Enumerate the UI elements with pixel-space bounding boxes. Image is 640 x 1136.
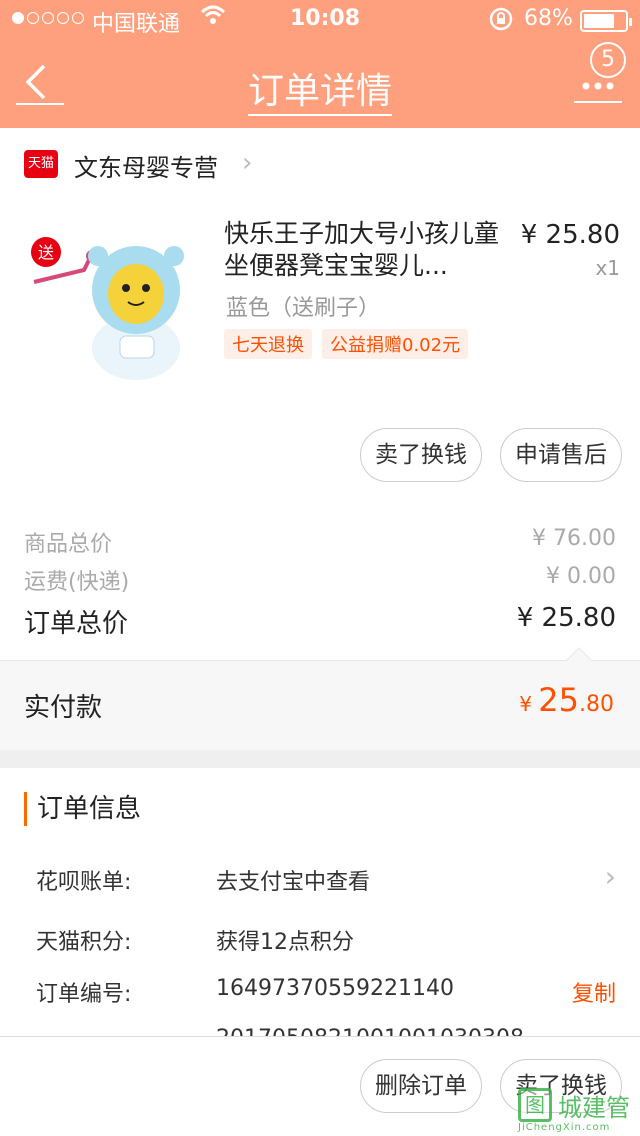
gift-badge: 送 (38, 243, 54, 262)
product-sku: 蓝色（送刷子） (226, 296, 381, 321)
goods-total-value: ¥ 76.00 (532, 526, 616, 551)
amount-paid-label: 实付款 (24, 693, 103, 723)
status-bar: 中国联通 10:08 68% (0, 0, 640, 40)
tmall-logo-icon: 天猫 (24, 150, 58, 178)
page-title: 订单详情 (0, 62, 640, 116)
shop-row[interactable]: 天猫 文东母婴专营 › (0, 128, 640, 200)
header-bar: 中国联通 10:08 68% 订单详情 5 (0, 0, 640, 128)
order-number-value: 16497370559221140 (216, 976, 454, 1001)
order-total-label: 订单总价 (24, 609, 129, 639)
after-sales-button[interactable]: 申请售后 (500, 428, 622, 482)
watermark-logo: 图 城建管 JiChengXin.com (518, 1088, 636, 1134)
amount-paid-value: ¥ 25.80 (519, 681, 614, 719)
product-title[interactable]: 快乐王子加大号小孩儿童坐便器凳宝宝婴儿... (224, 218, 504, 282)
charity-tag: 公益捐赠0.02元 (322, 329, 469, 359)
huabei-value: 去支付宝中查看 (216, 870, 371, 895)
order-info-heading: 订单信息 (24, 792, 141, 826)
product-image[interactable]: 送 (24, 228, 200, 384)
battery-icon (580, 10, 632, 32)
battery-percent: 68% (524, 6, 573, 31)
sell-for-cash-button[interactable]: 卖了换钱 (360, 428, 482, 482)
section-divider (0, 750, 640, 768)
points-value: 获得12点积分 (216, 930, 354, 955)
status-time: 10:08 (290, 6, 361, 31)
message-count-badge[interactable]: 5 (590, 42, 626, 78)
points-label: 天猫积分: (36, 930, 132, 955)
shop-name: 文东母婴专营 (74, 154, 218, 182)
product-quantity: x1 (595, 256, 620, 280)
copy-order-number-button[interactable]: 复制 (572, 976, 616, 1008)
wifi-icon (200, 4, 226, 32)
amount-paid-section: 实付款 ¥ 25.80 (0, 647, 640, 750)
chevron-right-icon: › (604, 860, 616, 893)
huabei-label: 花呗账单: (36, 870, 132, 895)
shipping-value: ¥ 0.00 (546, 564, 616, 589)
product-action-row: 卖了换钱 申请售后 (360, 428, 622, 482)
order-number-label: 订单编号: (36, 982, 132, 1007)
rotation-lock-icon (488, 6, 514, 38)
delete-order-button[interactable]: 删除订单 (360, 1059, 482, 1113)
return-policy-tag: 七天退换 (224, 329, 312, 359)
order-total-value: ¥ 25.80 (516, 603, 616, 633)
shipping-label: 运费(快递) (24, 570, 130, 595)
product-price: ¥ 25.80 (520, 220, 620, 250)
chevron-right-icon: › (242, 148, 253, 178)
goods-total-label: 商品总价 (24, 532, 113, 557)
carrier-name: 中国联通 (92, 12, 181, 37)
signal-strength-icon (12, 12, 84, 24)
product-tags: 七天退换 公益捐赠0.02元 (224, 329, 469, 359)
